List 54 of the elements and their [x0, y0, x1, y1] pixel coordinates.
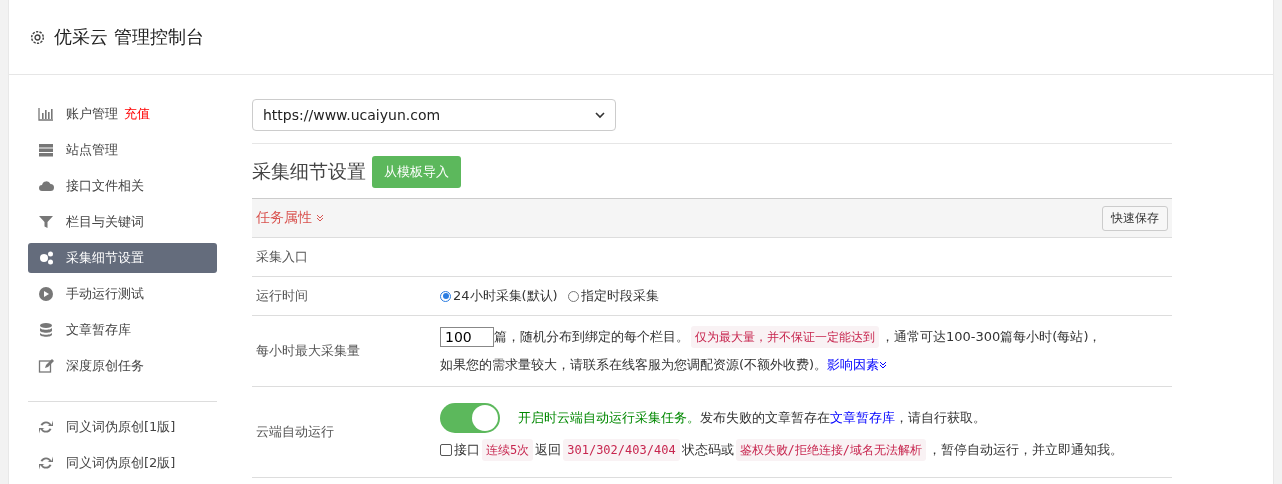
- radio-label: 24小时采集(默认): [453, 287, 558, 305]
- sidebar-item[interactable]: 栏目与关键词: [28, 207, 217, 237]
- double-chevron-icon: [316, 214, 325, 222]
- help-text: ，通常可达100-300篇每小时(每站)，: [881, 328, 1102, 346]
- recharge-link[interactable]: 充值: [124, 105, 150, 123]
- toggle-switch[interactable]: [440, 403, 500, 433]
- sidebar-item[interactable]: 账户管理 充值: [28, 99, 217, 129]
- help-text: 发布失败的文章暂存在: [700, 409, 830, 427]
- app-title: 优采云 管理控制台: [54, 25, 204, 49]
- checkbox[interactable]: [440, 444, 452, 456]
- code-tag: 连续5次: [482, 439, 534, 461]
- filter-icon: [38, 214, 54, 230]
- field-label: 每小时最大采集量: [255, 342, 361, 360]
- radio-label: 指定时段采集: [580, 287, 659, 305]
- help-text: 状态码或: [681, 441, 734, 459]
- sidebar-item[interactable]: 深度原创任务: [28, 351, 217, 381]
- refresh-icon: [38, 455, 54, 471]
- cloud-icon: [38, 178, 54, 194]
- sidebar-item[interactable]: 同义词伪原创[1版]: [28, 412, 217, 442]
- double-chevron-icon[interactable]: [879, 361, 888, 369]
- link[interactable]: 影响因素: [827, 354, 880, 376]
- sidebar-item[interactable]: 采集细节设置: [28, 243, 217, 273]
- settings-icon: [29, 28, 46, 46]
- code-tag: 鉴权失败/拒绝连接/域名无法解析: [735, 439, 927, 461]
- server-icon: [38, 142, 54, 158]
- database-icon: [38, 322, 54, 338]
- sidebar-item[interactable]: 同义词伪原创[2版]: [28, 448, 217, 478]
- sidebar-item[interactable]: 文章暂存库: [28, 315, 217, 345]
- code-tag: 301/302/403/404: [563, 439, 680, 461]
- section-title: 采集细节设置: [252, 159, 366, 184]
- site-select[interactable]: https://www.ucaiyun.com: [252, 99, 616, 131]
- play-icon: [38, 286, 54, 302]
- code-tag: 仅为最大量，并不保证一定能达到: [691, 326, 879, 348]
- chevron-down-icon: [595, 110, 605, 120]
- panel-heading[interactable]: 任务属性: [256, 209, 325, 227]
- help-text: ，暂停自动运行，并立即通知我。: [928, 441, 1124, 459]
- checkbox-label: 接口: [454, 441, 480, 459]
- help-text: 篇，随机分布到绑定的每个栏目。: [494, 328, 689, 346]
- sidebar-item[interactable]: 接口文件相关: [28, 171, 217, 201]
- field-label: 采集入口: [255, 248, 309, 266]
- link[interactable]: 文章暂存库: [830, 407, 895, 429]
- quick-save-button[interactable]: 快速保存: [1102, 205, 1168, 231]
- help-text: ，请自行获取。: [895, 409, 986, 427]
- sidebar-item[interactable]: 手动运行测试: [28, 279, 217, 309]
- edit-icon: [38, 358, 54, 374]
- help-text: 开启时云端自动运行采集任务。: [518, 409, 700, 427]
- chart-icon: [38, 106, 54, 122]
- help-text: 如果您的需求量较大，请联系在线客服为您调配资源(不额外收费)。: [440, 356, 828, 374]
- field-label: 运行时间: [255, 287, 309, 305]
- number-field[interactable]: 100: [440, 327, 494, 347]
- refresh-icon: [38, 419, 54, 435]
- sidebar-item[interactable]: 站点管理: [28, 135, 217, 165]
- field-label: 云端自动运行: [255, 423, 335, 441]
- help-text: 返回: [535, 441, 562, 459]
